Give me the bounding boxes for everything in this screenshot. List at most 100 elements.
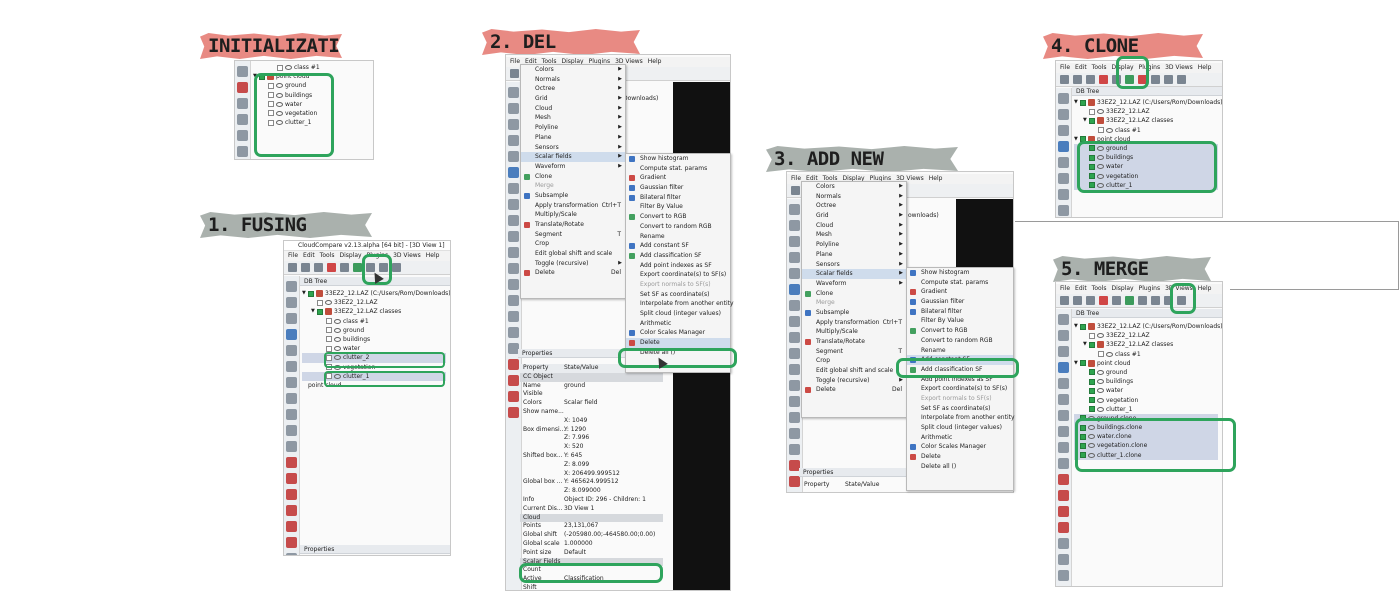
menu-item-colors[interactable]: Colors ▶ — [802, 182, 906, 192]
tree-row[interactable]: ▼ 33EZ2_12.LAZ (C:/Users/Rom/Downloads) — [1074, 322, 1222, 331]
tree-row[interactable]: water — [1074, 386, 1218, 395]
property-row[interactable]: Current Dis...3D View 1 — [520, 505, 663, 514]
visibility-checkbox[interactable] — [1089, 378, 1095, 385]
menubar-item-plugins[interactable]: Plugins — [1139, 64, 1161, 71]
menu-item-toggle-recursive[interactable]: Toggle (recursive) ▶ — [802, 376, 906, 386]
menu-item-gradient[interactable]: Gradient — [907, 287, 1013, 297]
menu-item-filter-by-value[interactable]: Filter By Value — [907, 316, 1013, 326]
menu-item-sensors[interactable]: Sensors ▶ — [521, 143, 625, 153]
menu-item-multiply-scale[interactable]: Multiply/Scale — [521, 210, 625, 220]
menubar-item-plugins[interactable]: Plugins — [367, 252, 389, 259]
menu-item-edit-global-shift-and-scale[interactable]: Edit global shift and scale — [802, 366, 906, 376]
tree-row[interactable]: water — [1074, 162, 1218, 172]
visibility-checkbox[interactable] — [1089, 154, 1095, 161]
tree-row[interactable]: 33EZ2_12.LAZ — [1074, 331, 1218, 340]
visibility-checkbox[interactable] — [1080, 323, 1086, 330]
property-row[interactable]: Colors Scalar field — [520, 399, 663, 408]
menubar-item-help[interactable]: Help — [1198, 285, 1212, 292]
visibility-checkbox[interactable] — [1080, 442, 1086, 449]
menubar-item-file[interactable]: File — [510, 58, 520, 65]
tree-row[interactable]: class #1 — [1074, 126, 1218, 135]
tree-row[interactable]: ground — [1074, 368, 1218, 377]
menu-item-mesh[interactable]: Mesh ▶ — [521, 113, 625, 123]
menu-item-toggle-recursive[interactable]: Toggle (recursive) ▶ — [521, 259, 625, 269]
menu-item-arithmetic[interactable]: Arithmetic — [626, 319, 730, 329]
menu-item-plane[interactable]: Plane ▶ — [521, 133, 625, 143]
menubar-item-file[interactable]: File — [288, 252, 298, 259]
menu-item-gradient[interactable]: Gradient — [626, 173, 730, 183]
menubar-item-plugins[interactable]: Plugins — [1139, 285, 1161, 292]
visibility-checkbox[interactable] — [1080, 433, 1086, 440]
visibility-checkbox[interactable] — [259, 73, 265, 80]
menu-item-convert-to-rgb[interactable]: Convert to RGB — [626, 212, 730, 222]
tree-row[interactable]: point cloud — [302, 381, 446, 390]
visibility-checkbox[interactable] — [326, 373, 332, 380]
menubar-item-help[interactable]: Help — [426, 252, 440, 259]
menu-item-delete-all[interactable]: Delete all () — [907, 462, 1013, 472]
menu-item-grid[interactable]: Grid ▶ — [521, 94, 625, 104]
menubar-item-edit[interactable]: Edit — [1075, 285, 1087, 292]
tree-row[interactable]: buildings.clone — [1074, 423, 1218, 433]
visibility-checkbox[interactable] — [326, 364, 332, 370]
menu-item-waveform[interactable]: Waveform ▶ — [802, 279, 906, 289]
tree-row[interactable]: ground — [1074, 143, 1218, 154]
menu-item-export-coordinate-s-to-sf-s[interactable]: Export coordinate(s) to SF(s) — [626, 270, 730, 280]
menu-item-subsample[interactable]: Subsample — [802, 308, 906, 318]
tree-row[interactable]: ▼ point cloud — [1074, 359, 1218, 368]
property-row[interactable]: Show name... — [520, 408, 663, 417]
visibility-checkbox[interactable] — [277, 64, 283, 71]
menu-item-octree[interactable]: Octree ▶ — [802, 201, 906, 211]
visibility-checkbox[interactable] — [1098, 127, 1104, 134]
visibility-checkbox[interactable] — [1089, 332, 1095, 339]
menu-item-bilateral-filter[interactable]: Bilateral filter — [626, 193, 730, 203]
menu-item-color-scales-manager[interactable]: Color Scales Manager — [907, 442, 1013, 452]
menubar-item-help[interactable]: Help — [1198, 64, 1212, 71]
menubar-item-help[interactable]: Help — [648, 58, 662, 65]
tree-row[interactable]: ▼ point cloud — [253, 72, 369, 81]
menu-item-compute-stat-params[interactable]: Compute stat. params — [907, 278, 1013, 288]
tree-row[interactable]: clutter_2 — [302, 353, 446, 363]
property-row[interactable]: Point size Default — [520, 549, 663, 558]
visibility-checkbox[interactable] — [326, 327, 332, 334]
menu-item-normals[interactable]: Normals ▶ — [802, 192, 906, 202]
menu-item-cloud[interactable]: Cloud ▶ — [521, 104, 625, 114]
menubar-item-3d-views[interactable]: 3D Views — [393, 252, 421, 259]
property-row[interactable]: X: 206499.999512 — [520, 470, 663, 479]
visibility-checkbox[interactable] — [268, 119, 274, 126]
menu-item-interpolate-from-another-entity[interactable]: Interpolate from another entity — [626, 299, 734, 309]
visibility-checkbox[interactable] — [1089, 387, 1095, 394]
menu-item-add-constant-sf[interactable]: Add constant SF — [907, 355, 1013, 365]
menu-item-add-classification-sf[interactable]: Add classification SF — [907, 365, 1013, 375]
visibility-checkbox[interactable] — [308, 290, 314, 297]
tree-row[interactable]: class #1 — [253, 63, 369, 72]
property-row[interactable]: Shift — [520, 584, 663, 590]
visibility-checkbox[interactable] — [268, 92, 274, 99]
menu-item-show-histogram[interactable]: Show histogram — [626, 154, 730, 164]
menu-item-translate-rotate[interactable]: Translate/Rotate — [521, 220, 625, 230]
menu-item-edit-global-shift-and-scale[interactable]: Edit global shift and scale — [521, 249, 625, 259]
property-row[interactable]: Z: 8.099000 — [520, 487, 663, 496]
visibility-checkbox[interactable] — [1080, 424, 1086, 431]
tree-row[interactable]: vegetation — [253, 109, 369, 118]
visibility-checkbox[interactable] — [1098, 351, 1104, 358]
tree-row[interactable]: ▼ 33EZ2_12.LAZ (C:/Users/Rom/Downloads) — [302, 289, 450, 298]
menu-item-mesh[interactable]: Mesh ▶ — [802, 230, 906, 240]
menu-item-color-scales-manager[interactable]: Color Scales Manager — [626, 328, 730, 338]
property-row[interactable]: Box dimensi...Y: 1290 — [520, 426, 663, 435]
visibility-checkbox[interactable] — [317, 308, 323, 315]
menu-item-multiply-scale[interactable]: Multiply/Scale — [802, 327, 906, 337]
visibility-checkbox[interactable] — [268, 82, 274, 89]
visibility-checkbox[interactable] — [1089, 406, 1095, 413]
menu-item-gaussian-filter[interactable]: Gaussian filter — [626, 183, 730, 193]
tree-row[interactable]: vegetation.clone — [1074, 441, 1218, 451]
property-row[interactable]: X: 1049 — [520, 417, 663, 426]
visibility-checkbox[interactable] — [1080, 360, 1086, 367]
tree-row[interactable]: vegetation — [1074, 171, 1218, 181]
menu-item-sensors[interactable]: Sensors ▶ — [802, 260, 906, 270]
property-row[interactable]: Info Object ID: 296 - Children: 1 — [520, 496, 663, 505]
tree-row[interactable]: ground — [302, 326, 446, 335]
menu-item-polyline[interactable]: Polyline ▶ — [521, 123, 625, 133]
menu-item-apply-transformation[interactable]: Apply transformation Ctrl+T — [521, 201, 625, 211]
visibility-checkbox[interactable] — [268, 101, 274, 108]
menu-item-show-histogram[interactable]: Show histogram — [907, 268, 1013, 278]
